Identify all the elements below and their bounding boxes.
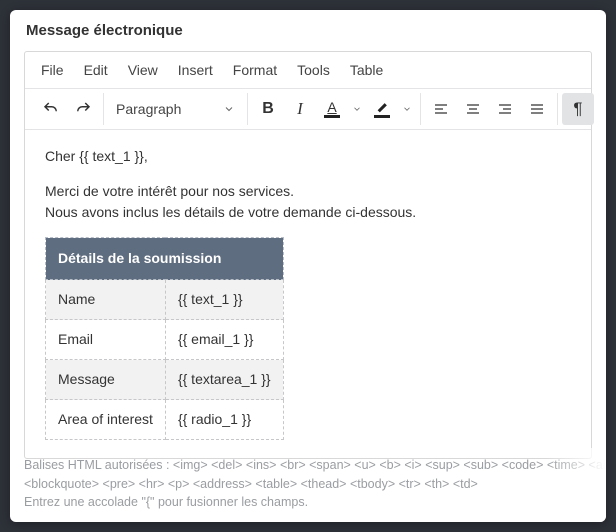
block-format-label: Paragraph <box>116 101 181 117</box>
text-direction-button[interactable]: ¶ <box>562 93 594 125</box>
email-editor-window: Message électronique File Edit View Inse… <box>10 10 606 522</box>
highlight-icon <box>374 101 390 118</box>
align-left-button[interactable] <box>425 93 457 125</box>
chevron-down-icon <box>223 103 235 115</box>
rich-text-editor: File Edit View Insert Format Tools Table… <box>24 51 592 459</box>
text-color-menu[interactable] <box>348 93 366 125</box>
redo-button[interactable] <box>67 93 99 125</box>
table-row: Message {{ textarea_1 }} <box>46 360 284 400</box>
highlight-button[interactable] <box>366 93 398 125</box>
submission-table: Détails de la soumission Name {{ text_1 … <box>45 237 284 440</box>
chevron-down-icon <box>352 104 362 114</box>
menu-edit[interactable]: Edit <box>74 56 118 84</box>
footer-help: Balises HTML autorisées : <img> <del> <i… <box>10 448 606 522</box>
chevron-down-icon <box>402 104 412 114</box>
menu-insert[interactable]: Insert <box>168 56 223 84</box>
toolbar: Paragraph B I A <box>25 88 591 129</box>
editor-content[interactable]: Cher {{ text_1 }}, Merci de votre intérê… <box>25 129 591 458</box>
align-right-button[interactable] <box>489 93 521 125</box>
allowed-tags-list-2: <blockquote> <pre> <hr> <p> <address> <t… <box>24 475 592 494</box>
align-center-icon <box>465 101 481 117</box>
cell-value: {{ text_1 }} <box>165 280 283 320</box>
fade-overlay <box>546 448 606 522</box>
redo-icon <box>74 100 92 118</box>
align-right-icon <box>497 101 513 117</box>
cell-value: {{ textarea_1 }} <box>165 360 283 400</box>
text-color-button[interactable]: A <box>316 93 348 125</box>
block-format-select[interactable]: Paragraph <box>108 93 243 125</box>
cell-value: {{ email_1 }} <box>165 320 283 360</box>
allowed-tags-list: <img> <del> <ins> <br> <span> <u> <b> <i… <box>173 458 606 472</box>
table-header: Détails de la soumission <box>46 238 284 280</box>
highlight-menu[interactable] <box>398 93 416 125</box>
cell-label: Area of interest <box>46 400 166 440</box>
menu-tools[interactable]: Tools <box>287 56 340 84</box>
menu-format[interactable]: Format <box>223 56 287 84</box>
undo-button[interactable] <box>35 93 67 125</box>
menu-file[interactable]: File <box>31 56 74 84</box>
bold-button[interactable]: B <box>252 93 284 125</box>
align-center-button[interactable] <box>457 93 489 125</box>
menu-view[interactable]: View <box>118 56 168 84</box>
align-justify-icon <box>529 101 545 117</box>
greeting-line: Cher {{ text_1 }}, <box>45 146 571 167</box>
menubar: File Edit View Insert Format Tools Table <box>25 52 591 88</box>
align-justify-button[interactable] <box>521 93 553 125</box>
cell-label: Message <box>46 360 166 400</box>
menu-table[interactable]: Table <box>340 56 393 84</box>
italic-button[interactable]: I <box>284 93 316 125</box>
pilcrow-icon: ¶ <box>573 99 582 119</box>
table-row: Area of interest {{ radio_1 }} <box>46 400 284 440</box>
italic-icon: I <box>297 99 303 119</box>
undo-icon <box>42 100 60 118</box>
cell-label: Name <box>46 280 166 320</box>
intro-paragraph: Merci de votre intérêt pour nos services… <box>45 181 571 223</box>
align-left-icon <box>433 101 449 117</box>
table-row: Email {{ email_1 }} <box>46 320 284 360</box>
cell-label: Email <box>46 320 166 360</box>
merge-hint: Entrez une accolade "{" pour fusionner l… <box>24 493 592 512</box>
window-title: Message électronique <box>10 10 606 47</box>
allowed-tags-label: Balises HTML autorisées : <box>24 458 169 472</box>
cell-value: {{ radio_1 }} <box>165 400 283 440</box>
bold-icon: B <box>262 100 274 118</box>
table-row: Name {{ text_1 }} <box>46 280 284 320</box>
text-color-icon: A <box>324 100 340 118</box>
